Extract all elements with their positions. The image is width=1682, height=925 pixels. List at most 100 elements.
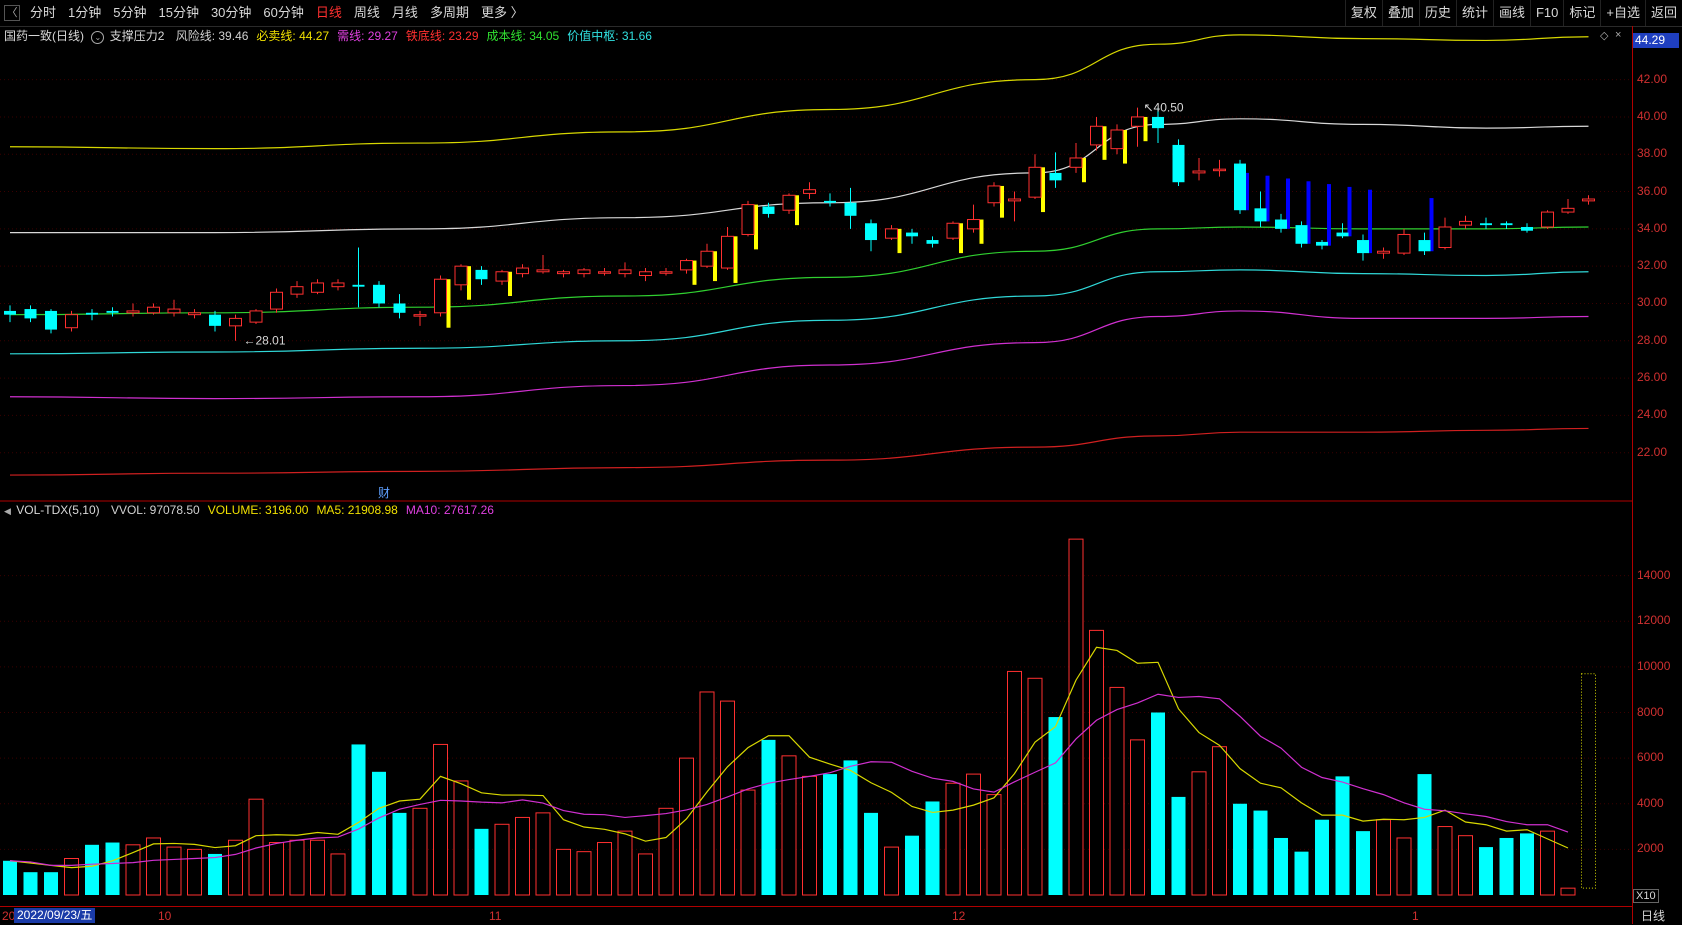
month-label-nov: 11 [489,909,502,923]
volume-bar-down [1274,837,1288,895]
candle-body-up [803,189,816,194]
volume-bar-up [1027,677,1043,896]
candle-body-up [1438,226,1452,249]
volume-bar-down [372,771,386,895]
price-axis [1632,26,1682,924]
volume-tick-label: 2000 [1637,841,1664,856]
volume-bar-up [1212,746,1227,896]
candle-body-down [1295,225,1308,244]
candle-body-up [700,250,714,267]
candle-body-up [577,269,591,275]
candle-body-down [1234,163,1246,211]
candle-body-down [865,223,877,241]
candle-body-up [413,314,427,317]
bull-signal-bar [1143,116,1148,142]
volume-bar-down [761,739,776,895]
candle-body-up [249,310,263,323]
volume-bar-up [1396,837,1412,896]
candle-body-up [270,291,283,310]
bear-signal-bar [1347,186,1352,237]
bull-signal-bar [754,204,758,250]
price-tick-label: 30.00 [1637,295,1668,310]
candle-body-up [434,278,447,314]
volume-bar-up [187,848,202,896]
volume-bar-down [905,835,919,895]
candle-body-down [352,284,365,287]
volume-bar-down [392,812,407,895]
candle-body-up [1192,170,1206,174]
volume-bar-up [1068,538,1084,896]
candle-body-down [1152,116,1164,129]
bull-signal-bar [692,260,697,285]
volume-bar-down [474,828,489,895]
kline-chart[interactable]: ↖40.50 ←28.01 财 [0,0,1632,906]
volume-bar-down [85,844,99,895]
candle-body-up [126,310,140,314]
candle-body-down [373,284,385,304]
volume-bar-down [1253,810,1268,895]
volume-bar-down [44,872,58,895]
volume-bar-up [986,794,1002,896]
candle-body-up [721,235,734,269]
candle-body-up [331,282,345,288]
volume-bar-down [1315,819,1329,895]
volume-bar-down [1356,831,1370,895]
back-button[interactable]: 返回 [1644,0,1682,26]
candle-body-down [1500,223,1513,226]
volume-bar-up [228,839,243,896]
price-tick-label: 38.00 [1637,146,1668,161]
candle-body-up [1459,220,1472,226]
bull-signal-bar [1082,157,1086,183]
candle-body-up [987,185,1001,204]
candle-body-up [454,265,468,286]
candle-body-up [147,306,160,314]
candle-body-down [824,200,836,203]
volume-bar-down [1335,776,1350,895]
volume-bar-down [843,760,858,895]
price-tick-label: 22.00 [1637,444,1668,459]
volume-bar-up [576,851,592,896]
volume-bar-up [1376,819,1391,896]
volume-bar-down [1520,833,1534,895]
month-label-oct: 10 [158,909,172,923]
volume-bar-up [638,853,653,896]
volume-bar-up [1191,771,1207,896]
bull-signal-bar [508,271,512,297]
bull-signal-bar [733,236,738,283]
volume-bar-up [720,700,735,896]
bull-signal-bar [1000,185,1004,218]
price-tick-label: 42.00 [1637,71,1668,86]
volume-bar-up [1560,887,1576,896]
candle-body-up [167,308,181,314]
candle-body-down [45,310,57,330]
candle-body-up [536,269,550,273]
volume-bar-up [1458,835,1473,896]
candle-body-up [598,271,611,274]
price-tick-label: 32.00 [1637,258,1668,273]
indicator-line-need [9,310,1589,400]
volume-bar-up [166,846,182,896]
volume-bar-down [1499,837,1514,895]
date-axis [0,906,1632,925]
candle-body-down [86,312,98,315]
volume-bar-up [433,743,448,896]
volume-bar-up [781,755,797,896]
low-price-label: ←28.01 [244,334,286,348]
candle-body-up [557,271,570,275]
bull-signal-bar [446,279,451,328]
volume-tick-label: 14000 [1637,567,1671,582]
candle-body-up [1131,116,1144,127]
period-label: 日线 [1641,909,1666,923]
volume-bar-down [1417,774,1432,895]
bull-signal-bar [979,219,984,244]
finance-report-marker[interactable]: 财 [378,486,390,500]
candle-body-down [393,303,406,313]
price-tick-label: 26.00 [1637,370,1668,385]
volume-bar-up [658,807,674,896]
candle-body-up [495,271,509,282]
candle-body-down [475,269,488,280]
bull-signal-bar [897,228,902,254]
current-price-badge: 44.29 [1633,33,1679,48]
indicator-line-iron [9,427,1589,476]
volume-bar-up [1089,629,1104,896]
